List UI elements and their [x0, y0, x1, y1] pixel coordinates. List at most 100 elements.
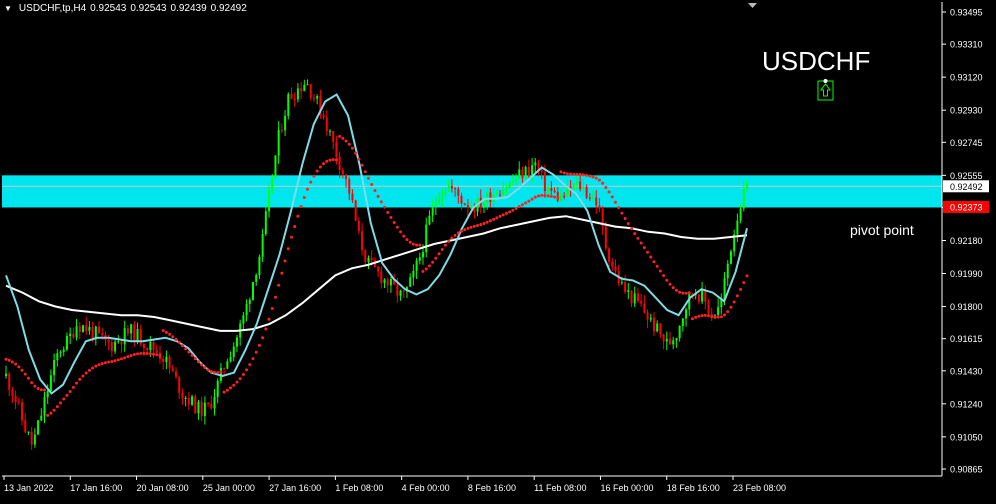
sar-dot — [386, 211, 390, 215]
candle-body — [707, 301, 710, 314]
candle-body — [672, 340, 675, 345]
candle-body — [457, 188, 460, 196]
candle-body — [37, 420, 40, 435]
sar-dot — [572, 172, 576, 176]
sar-dot — [690, 317, 694, 321]
sar-dot — [171, 335, 175, 339]
candle-body — [585, 187, 588, 198]
chart-menu-triangle-icon[interactable]: ▼ — [4, 4, 12, 13]
sar-dot — [392, 220, 396, 224]
candle-body — [630, 290, 633, 304]
candle-body — [248, 299, 251, 304]
candle-body — [322, 114, 325, 118]
sar-dot — [241, 373, 245, 377]
candle-body — [261, 234, 264, 257]
candle-body — [33, 434, 36, 445]
candle-body — [142, 343, 145, 349]
candle-body — [345, 174, 348, 180]
sar-dot — [488, 219, 492, 223]
sar-dot — [36, 386, 40, 390]
candle-body — [210, 403, 213, 409]
sar-dot — [383, 205, 387, 209]
sar-dot — [485, 220, 489, 224]
sar-dot — [46, 413, 50, 417]
chart-header: ▼ USDCHF,tp,H4 0.92543 0.92543 0.92439 0.9249… — [4, 3, 247, 14]
candle-body — [271, 177, 274, 189]
sar-dot — [91, 366, 95, 370]
candle-body — [168, 356, 171, 368]
candle-body — [704, 289, 707, 302]
price-tick-label: 0.91430 — [950, 366, 983, 376]
sar-dot — [495, 216, 499, 220]
candle-body — [643, 303, 646, 313]
candle-body — [726, 263, 729, 279]
sar-dot — [55, 405, 59, 409]
sar-dot — [652, 260, 656, 264]
sar-dot — [527, 199, 531, 203]
candle-body — [245, 303, 248, 316]
sar-dot — [59, 401, 63, 405]
candle-body — [495, 194, 498, 196]
sar-dot — [338, 134, 342, 138]
candle-body — [383, 279, 386, 284]
price-chart[interactable]: 0.93495 0.93310 0.93120 0.92930 0.92745 0.925… — [0, 0, 996, 499]
sar-dot — [129, 353, 133, 357]
sar-dot — [257, 343, 261, 347]
sar-dot — [418, 243, 422, 247]
sar-dot — [524, 201, 528, 205]
sar-dot — [379, 200, 383, 204]
sar-dot — [517, 205, 521, 209]
price-tick-label: 0.92745 — [950, 138, 983, 148]
candle-body — [736, 220, 739, 235]
chart-area[interactable]: 0.93495 0.93310 0.93120 0.92930 0.92745 0.925… — [0, 0, 996, 499]
sar-dot — [136, 352, 140, 356]
sar-dot — [674, 288, 678, 292]
candle-body — [633, 293, 636, 304]
candle-body — [268, 188, 271, 212]
candle-body — [556, 191, 559, 201]
candle-body — [559, 195, 562, 201]
candle-body — [402, 290, 405, 292]
candle-body — [235, 337, 238, 347]
sar-dot — [26, 376, 30, 380]
sar-dot — [431, 260, 435, 264]
candle-body — [521, 169, 524, 179]
candle-body — [499, 194, 501, 196]
candle-body — [5, 373, 7, 377]
sar-dot — [610, 195, 614, 199]
time-tick-label: 17 Jan 16:00 — [70, 483, 122, 493]
candle-body — [425, 224, 428, 253]
candle-body — [223, 368, 226, 370]
candle-body — [316, 96, 319, 99]
candle-body — [300, 88, 303, 92]
sar-dot — [588, 174, 592, 178]
candle-body — [91, 326, 94, 338]
sar-dot — [601, 181, 605, 185]
candle-body — [255, 275, 258, 282]
candle-body — [341, 169, 344, 175]
candle-body — [85, 325, 88, 331]
sar-dot — [533, 195, 537, 199]
sar-dot — [723, 313, 727, 317]
sar-dot — [501, 213, 505, 217]
candle-body — [11, 389, 14, 396]
sar-dot — [514, 206, 518, 210]
time-tick-label: 27 Jan 16:00 — [269, 483, 321, 493]
candle-body — [415, 260, 418, 271]
sar-dot — [289, 235, 293, 239]
sar-dot — [613, 200, 617, 204]
candle-body — [614, 266, 617, 272]
candle-body — [527, 166, 530, 176]
sar-dot — [440, 248, 444, 252]
sar-dot — [633, 232, 637, 236]
candle-body — [377, 266, 380, 272]
candle-body — [351, 193, 354, 201]
candle-body — [454, 188, 457, 190]
sar-dot — [546, 194, 550, 198]
sar-dot — [498, 214, 502, 218]
sar-dot — [75, 381, 79, 385]
chart-shift-marker-icon[interactable] — [748, 3, 757, 8]
header-open: 0.92543 — [90, 3, 127, 14]
sar-dot — [113, 359, 117, 363]
sar-dot — [81, 374, 85, 378]
